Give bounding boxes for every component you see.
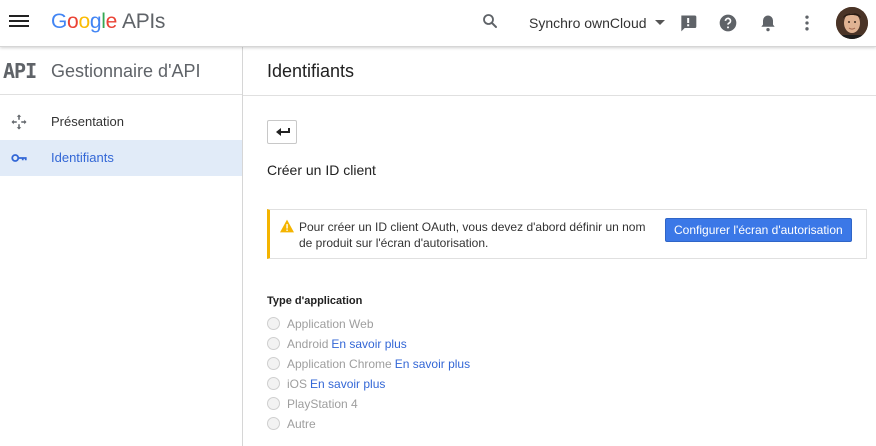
page-title: Identifiants	[267, 61, 355, 81]
avatar[interactable]	[836, 7, 868, 39]
radio-button[interactable]	[267, 357, 280, 370]
radio-button[interactable]	[267, 337, 280, 350]
app-type-option-chrome[interactable]: Application Chrome En savoir plus	[267, 357, 470, 375]
top-app-bar: Google APIs Synchro ownCloud	[0, 0, 876, 47]
overview-icon	[11, 114, 27, 130]
api-icon: API	[3, 59, 37, 83]
learn-more-link[interactable]: En savoir plus	[310, 377, 385, 391]
google-apis-logo[interactable]: Google APIs	[51, 10, 165, 34]
app-type-option-ios[interactable]: iOS En savoir plus	[267, 377, 385, 395]
more-vert-icon[interactable]	[797, 13, 817, 33]
sidebar-item-presentation[interactable]: Présentation	[0, 104, 242, 140]
learn-more-link[interactable]: En savoir plus	[331, 337, 406, 351]
radio-button[interactable]	[267, 397, 280, 410]
avatar-image	[836, 7, 868, 39]
sidebar-item-label: Présentation	[51, 114, 124, 129]
configure-consent-screen-button[interactable]: Configurer l'écran d'autorisation	[665, 218, 852, 242]
app-type-option-other[interactable]: Autre	[267, 417, 316, 435]
option-label: Android	[287, 337, 329, 351]
app-type-option-android[interactable]: Android En savoir plus	[267, 337, 407, 355]
app-type-option-web[interactable]: Application Web	[267, 317, 374, 335]
radio-button[interactable]	[267, 417, 280, 430]
warning-icon	[280, 219, 294, 233]
feedback-icon[interactable]	[678, 13, 698, 33]
warning-box: Pour créer un ID client OAuth, vous deve…	[267, 209, 867, 259]
option-label: iOS	[287, 377, 308, 391]
page-header: Identifiants	[243, 47, 876, 96]
project-selector[interactable]: Synchro ownCloud	[529, 15, 665, 31]
sidebar: API Gestionnaire d'API Présentation Iden…	[0, 47, 243, 446]
sidebar-item-identifiants[interactable]: Identifiants	[0, 140, 242, 176]
application-type-label: Type d'application	[267, 295, 363, 307]
menu-icon[interactable]	[9, 13, 29, 33]
back-button[interactable]	[267, 120, 297, 144]
section-title: Créer un ID client	[267, 162, 376, 178]
logo-product-name: APIs	[121, 10, 166, 33]
option-label: Application Chrome	[287, 357, 392, 371]
option-label: Application Web	[287, 317, 374, 331]
option-label: PlayStation 4	[287, 397, 358, 411]
arrow-back-icon	[276, 128, 290, 136]
notifications-icon[interactable]	[758, 13, 778, 33]
project-name: Synchro ownCloud	[529, 15, 647, 31]
sidebar-title: Gestionnaire d'API	[51, 61, 201, 81]
key-icon	[11, 154, 27, 162]
learn-more-link[interactable]: En savoir plus	[395, 357, 470, 371]
warning-message: Pour créer un ID client OAuth, vous deve…	[299, 220, 646, 250]
chevron-down-icon	[654, 20, 665, 25]
option-label: Autre	[287, 417, 316, 431]
main-content: Identifiants Créer un ID client Pour cré…	[243, 47, 876, 446]
sidebar-header: API Gestionnaire d'API	[0, 47, 242, 95]
help-icon[interactable]	[718, 13, 738, 33]
app-type-option-playstation4[interactable]: PlayStation 4	[267, 397, 358, 415]
radio-button[interactable]	[267, 317, 280, 330]
radio-button[interactable]	[267, 377, 280, 390]
search-icon[interactable]	[481, 12, 499, 30]
sidebar-item-label: Identifiants	[51, 150, 114, 165]
